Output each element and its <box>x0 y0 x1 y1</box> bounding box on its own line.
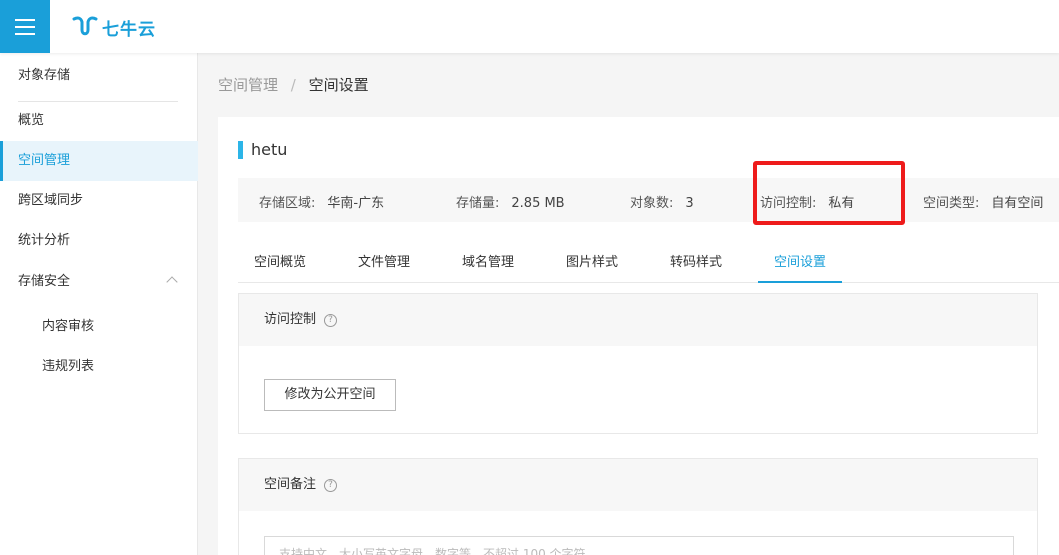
panel-title: 访问控制 <box>264 312 317 327</box>
sidebar-item-label: 违规列表 <box>42 359 95 374</box>
sidebar-item-overview[interactable]: 概览 <box>0 101 198 141</box>
bucket-name: hetu <box>251 140 288 159</box>
stat-label: 对象数: <box>630 196 674 211</box>
help-icon[interactable]: ? <box>324 478 338 492</box>
sidebar: 对象存储 概览 空间管理 跨区域同步 统计分析 存储安全 内容审核 违规列表 <box>0 53 198 555</box>
sidebar-item-label: 对象存储 <box>18 68 71 83</box>
tab-domain-management[interactable]: 域名管理 <box>462 251 514 283</box>
panel-header: 空间备注 ? <box>239 459 1037 511</box>
stat-value: 自有空间 <box>991 196 1044 211</box>
stat-label: 存储区域: <box>259 196 316 211</box>
sidebar-item-bucket-management[interactable]: 空间管理 <box>0 141 198 181</box>
sidebar-item-cross-region-sync[interactable]: 跨区域同步 <box>0 181 198 221</box>
sidebar-item-label: 概览 <box>18 113 45 128</box>
panel-header: 访问控制 ? <box>239 294 1037 346</box>
remark-input[interactable]: 支持中文、大小写英文字母、数字等，不超过 100 个字符 <box>264 536 1014 555</box>
breadcrumb-parent[interactable]: 空间管理 <box>218 76 278 94</box>
bucket-tabs: 空间概览 文件管理 域名管理 图片样式 转码样式 空间设置 <box>238 243 1059 283</box>
menu-icon-line <box>15 25 35 28</box>
bucket-stats: 存储区域: 华南-广东 存储量: 2.85 MB 对象数: 3 访问控制: 私有 空间类… <box>238 178 1059 222</box>
tab-bucket-settings[interactable]: 空间设置 <box>758 251 843 283</box>
tab-transcode-style[interactable]: 转码样式 <box>670 251 722 283</box>
sidebar-item-content-review[interactable]: 内容审核 <box>0 307 198 347</box>
sidebar-item-statistics[interactable]: 统计分析 <box>0 221 198 261</box>
stat-value: 华南-广东 <box>327 196 385 211</box>
menu-icon-line <box>15 32 35 35</box>
tab-file-management[interactable]: 文件管理 <box>358 251 410 283</box>
tab-bucket-overview[interactable]: 空间概览 <box>254 251 306 283</box>
qiniu-logo[interactable]: 七牛云 <box>72 14 156 40</box>
sidebar-item-label: 内容审核 <box>42 319 95 334</box>
top-bar: 七牛云 <box>0 0 1059 53</box>
stat-storage-size: 存储量: 2.85 MB <box>456 192 565 211</box>
chevron-up-icon <box>166 276 178 288</box>
bucket-card: hetu 存储区域: 华南-广东 存储量: 2.85 MB 对象数: 3 访问控制: 私… <box>218 117 1059 555</box>
stat-label: 存储量: <box>456 196 500 211</box>
breadcrumb-separator: / <box>290 76 296 94</box>
tab-image-style[interactable]: 图片样式 <box>566 251 618 283</box>
breadcrumb: 空间管理 / 空间设置 <box>218 74 369 95</box>
title-accent-bar <box>238 140 243 159</box>
stat-bucket-type: 空间类型: 自有空间 <box>923 192 1043 211</box>
sidebar-item-object-storage[interactable]: 对象存储 <box>0 56 198 96</box>
stat-region: 存储区域: 华南-广东 <box>259 192 384 211</box>
stat-value: 3 <box>685 196 694 211</box>
panel-title: 空间备注 <box>264 477 317 492</box>
bucket-title: hetu <box>238 140 287 159</box>
sidebar-item-label: 统计分析 <box>18 233 71 248</box>
make-public-button[interactable]: 修改为公开空间 <box>264 379 396 411</box>
hamburger-menu-button[interactable] <box>0 0 50 53</box>
sidebar-item-violation-list[interactable]: 违规列表 <box>0 347 198 387</box>
sidebar-item-label: 存储安全 <box>18 274 71 289</box>
qiniu-logo-icon <box>72 16 98 36</box>
sidebar-item-label: 空间管理 <box>18 153 71 168</box>
stat-label: 空间类型: <box>923 196 980 211</box>
sidebar-item-label: 跨区域同步 <box>18 193 84 208</box>
stat-value: 2.85 MB <box>511 196 565 211</box>
bucket-remark-panel: 空间备注 ? 支持中文、大小写英文字母、数字等，不超过 100 个字符 <box>238 458 1038 555</box>
logo-text: 七牛云 <box>102 19 156 40</box>
breadcrumb-current: 空间设置 <box>308 76 369 94</box>
help-icon[interactable]: ? <box>324 313 338 327</box>
highlight-box <box>753 161 905 225</box>
stat-object-count: 对象数: 3 <box>630 192 694 211</box>
access-control-panel: 访问控制 ? 修改为公开空间 <box>238 293 1038 434</box>
menu-icon-line <box>15 18 35 21</box>
sidebar-item-storage-security[interactable]: 存储安全 <box>0 262 198 302</box>
